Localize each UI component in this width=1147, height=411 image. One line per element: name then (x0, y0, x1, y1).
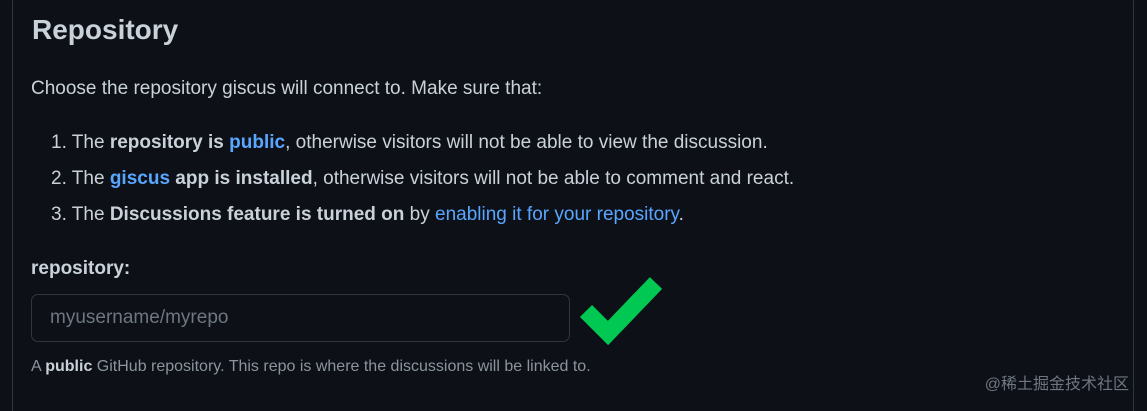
requirement-item-discussions: 3. The Discussions feature is turned on … (51, 200, 794, 236)
requirement-bold: repository is (109, 132, 230, 153)
hint-text: A (31, 358, 46, 375)
requirement-item-public: 1. The repository is public, otherwise v… (51, 128, 794, 164)
checkmark-icon (579, 277, 663, 345)
requirement-text: The (71, 132, 110, 153)
list-number: 2. (51, 168, 67, 189)
list-number: 1. (51, 132, 67, 153)
hint-bold: public (45, 358, 93, 375)
public-link[interactable]: public (229, 132, 285, 153)
section-intro: Choose the repository giscus will connec… (31, 78, 543, 99)
requirement-bold: Discussions feature is turned on (109, 204, 405, 225)
hint-text: GitHub repository. This repo is where th… (92, 358, 591, 375)
enable-discussions-link[interactable]: enabling it for your repository (435, 204, 679, 225)
repository-hint: A public GitHub repository. This repo is… (31, 355, 591, 379)
watermark: @稀土掘金技术社区 (984, 376, 1129, 393)
repository-label: repository: (31, 258, 131, 279)
section-title: Repository (32, 14, 179, 45)
requirement-text: , otherwise visitors will not be able to… (312, 168, 795, 189)
requirement-item-app: 2. The giscus app is installed, otherwis… (51, 164, 794, 200)
requirement-text: , otherwise visitors will not be able to… (285, 132, 768, 153)
giscus-app-link[interactable]: giscus (110, 168, 170, 189)
list-number: 3. (51, 204, 67, 225)
requirement-text: The (71, 168, 110, 189)
requirement-text: The (71, 204, 110, 225)
requirement-text: . (678, 204, 684, 225)
requirement-text: by (404, 204, 436, 225)
requirement-bold: app is installed (170, 168, 313, 189)
requirements-list: 1. The repository is public, otherwise v… (51, 128, 794, 236)
repository-input[interactable] (31, 294, 570, 342)
